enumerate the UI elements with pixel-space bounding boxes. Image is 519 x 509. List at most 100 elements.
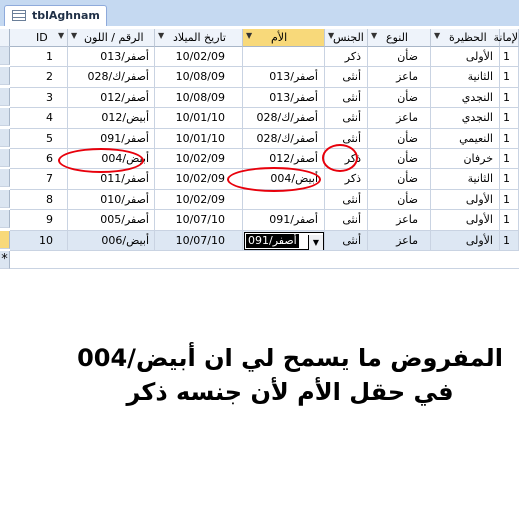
tab-tblaghnam[interactable]: tblAghnam (4, 5, 107, 26)
cell-mother[interactable]: أصفر/091 (243, 210, 325, 231)
cell-birth-date[interactable]: 10/07/10 (155, 210, 243, 231)
new-record-selector[interactable]: * (0, 251, 10, 269)
cell-barn[interactable]: خرفان (431, 149, 500, 170)
cell-birth-date[interactable]: 10/02/09 (155, 149, 243, 170)
cell-color-number[interactable]: أصفر/013 (68, 47, 155, 68)
cell-id[interactable]: 4 (10, 108, 68, 129)
record-selector[interactable] (0, 169, 10, 188)
cell-type[interactable]: ماعز (368, 108, 431, 129)
record-selector[interactable] (0, 108, 10, 127)
cell-type[interactable]: ضأن (368, 169, 431, 190)
cell-last[interactable]: 1 (500, 47, 519, 68)
dropdown-arrow-icon[interactable]: ▼ (308, 234, 323, 250)
select-all-corner[interactable] (0, 29, 10, 47)
cell-type[interactable]: ماعز (368, 67, 431, 88)
header-mother[interactable]: ▼ الأم (243, 29, 325, 47)
record-selector[interactable] (0, 149, 10, 167)
cell-last[interactable]: 1 (500, 189, 519, 211)
record-selector[interactable] (0, 47, 10, 65)
cell-last[interactable]: 1 (500, 149, 519, 170)
cell-last[interactable]: 1 (500, 128, 519, 149)
sort-arrow-icon[interactable]: ▼ (246, 31, 252, 40)
cell-color-number[interactable]: أصفر/005 (68, 210, 155, 231)
record-selector[interactable] (0, 189, 10, 208)
cell-id[interactable]: 1 (10, 47, 68, 68)
cell-id[interactable]: 9 (10, 210, 68, 231)
cell-type[interactable]: ضأن (368, 128, 431, 149)
cell-sex[interactable]: ذكر (325, 47, 368, 68)
header-color-number[interactable]: ▼ الرقم / اللون (68, 29, 155, 47)
cell-birth-date[interactable]: 10/08/09 (155, 67, 243, 88)
cell-type[interactable]: ضأن (368, 149, 431, 170)
cell-birth-date[interactable]: 10/02/09 (155, 189, 243, 211)
cell-id[interactable]: 5 (10, 128, 68, 149)
cell-color-number[interactable]: أصفر/ك/028 (68, 67, 155, 88)
cell-mother[interactable]: أصفر/013 (243, 67, 325, 88)
cell-type[interactable]: ضأن (368, 47, 431, 68)
cell-color-number[interactable]: أبيض/006 (68, 230, 155, 251)
cell-id[interactable]: 10 (10, 230, 68, 251)
cell-sex[interactable]: أنثى (325, 108, 368, 129)
cell-color-number[interactable]: أصفر/010 (68, 189, 155, 211)
cell-sex[interactable]: أنثى (325, 230, 368, 251)
cell-type[interactable]: ماعز (368, 230, 431, 251)
header-sex[interactable]: ▼ الجنس (325, 29, 368, 47)
cell-sex[interactable]: أنثى (325, 189, 368, 211)
cell-sex[interactable]: أنثى (325, 87, 368, 109)
cell-sex[interactable]: أنثى (325, 67, 368, 88)
cell-barn[interactable]: النجدي (431, 87, 500, 109)
cell-barn[interactable]: الأولى (431, 210, 500, 231)
cell-birth-date[interactable]: 10/01/10 (155, 128, 243, 149)
cell-color-number[interactable]: أصفر/012 (68, 87, 155, 109)
cell-mother[interactable]: أصفر/ك/028 (243, 108, 325, 129)
cell-last[interactable]: 1 (500, 108, 519, 129)
sort-arrow-icon[interactable]: ▼ (371, 31, 377, 40)
cell-last[interactable]: 1 (500, 87, 519, 109)
mother-combo-value[interactable]: أصفر/091 (246, 233, 299, 248)
cell-id[interactable]: 2 (10, 67, 68, 88)
cell-barn[interactable]: النجدي (431, 108, 500, 129)
cell-last[interactable]: 1 (500, 67, 519, 88)
new-record-row[interactable] (10, 251, 519, 269)
record-selector[interactable] (0, 210, 10, 229)
header-id[interactable]: ID ▼ (10, 29, 68, 47)
header-birth-date[interactable]: ▼ تاريخ الميلاد (155, 29, 243, 47)
cell-mother[interactable] (243, 47, 325, 68)
cell-type[interactable]: ضأن (368, 87, 431, 109)
cell-type[interactable]: ضأن (368, 189, 431, 211)
cell-barn[interactable]: الأولى (431, 47, 500, 68)
cell-sex[interactable]: ذكر (325, 169, 368, 190)
cell-birth-date[interactable]: 10/07/10 (155, 230, 243, 251)
sort-arrow-icon[interactable]: ▼ (71, 31, 77, 40)
mother-combo-box[interactable]: أصفر/091 ▼ (244, 231, 324, 250)
cell-mother[interactable] (243, 189, 325, 211)
cell-type[interactable]: ماعز (368, 210, 431, 231)
cell-color-number[interactable]: أبيض/012 (68, 108, 155, 129)
record-selector[interactable] (0, 87, 10, 106)
record-selector[interactable] (0, 67, 10, 86)
cell-birth-date[interactable]: 10/01/10 (155, 108, 243, 129)
cell-last[interactable]: 1 (500, 169, 519, 190)
record-selector[interactable] (0, 230, 10, 249)
cell-barn[interactable]: الثانية (431, 169, 500, 190)
cell-mother[interactable]: أصفر/091 ▼ (243, 230, 325, 251)
cell-last[interactable]: 1 (500, 230, 519, 251)
header-type[interactable]: ▼ النوع (368, 29, 431, 47)
record-selector[interactable] (0, 128, 10, 147)
sort-arrow-icon[interactable]: ▼ (434, 31, 440, 40)
header-last[interactable]: لإمانة (494, 29, 519, 47)
cell-mother[interactable]: أصفر/ك/028 (243, 128, 325, 149)
cell-barn[interactable]: الأولى (431, 230, 500, 251)
cell-color-number[interactable]: أصفر/091 (68, 128, 155, 149)
cell-id[interactable]: 3 (10, 87, 68, 109)
cell-birth-date[interactable]: 10/08/09 (155, 87, 243, 109)
cell-id[interactable]: 7 (10, 169, 68, 190)
cell-birth-date[interactable]: 10/02/09 (155, 47, 243, 68)
header-barn[interactable]: ▼ الحظيرة (431, 29, 500, 47)
cell-id[interactable]: 8 (10, 189, 68, 211)
cell-mother[interactable]: أصفر/013 (243, 87, 325, 109)
cell-last[interactable]: 1 (500, 210, 519, 231)
cell-sex[interactable]: أنثى (325, 210, 368, 231)
sort-arrow-icon[interactable]: ▼ (158, 31, 164, 40)
cell-barn[interactable]: النعيمي (431, 128, 500, 149)
